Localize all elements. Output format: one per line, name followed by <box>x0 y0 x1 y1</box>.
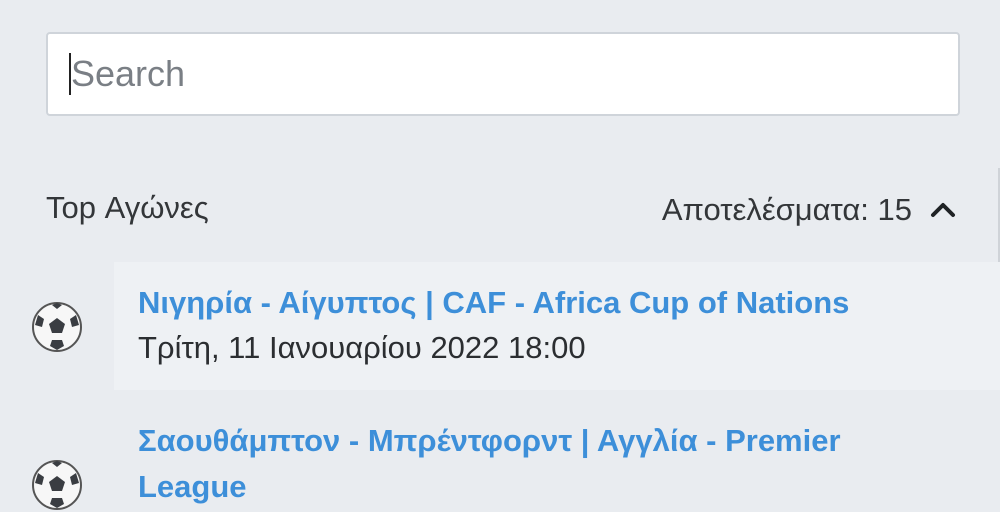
section-header: Top Αγώνες Αποτελέσματα: 15 <box>46 190 960 234</box>
match-item[interactable]: Σαουθάμπτον - Μπρέντφορντ | Αγγλία - Pre… <box>0 414 1000 510</box>
results-toggle[interactable]: Αποτελέσματα: 15 <box>662 192 960 228</box>
match-title-link[interactable]: Νιγηρία - Αίγυπτος | CAF - Africa Cup of… <box>138 280 918 326</box>
search-input[interactable] <box>71 44 931 104</box>
soccer-ball-icon <box>32 302 82 352</box>
section-title: Top Αγώνες <box>46 190 209 225</box>
match-date: Τρίτη, 11 Ιανουαρίου 2022 18:00 <box>138 330 586 365</box>
chevron-up-icon[interactable] <box>926 193 960 227</box>
match-title-link[interactable]: Σαουθάμπτον - Μπρέντφορντ | Αγγλία - Pre… <box>138 418 918 510</box>
search-box[interactable] <box>46 32 960 116</box>
match-item[interactable]: Νιγηρία - Αίγυπτος | CAF - Africa Cup of… <box>0 262 1000 390</box>
results-count: Αποτελέσματα: 15 <box>661 192 912 227</box>
soccer-ball-icon <box>32 460 82 510</box>
